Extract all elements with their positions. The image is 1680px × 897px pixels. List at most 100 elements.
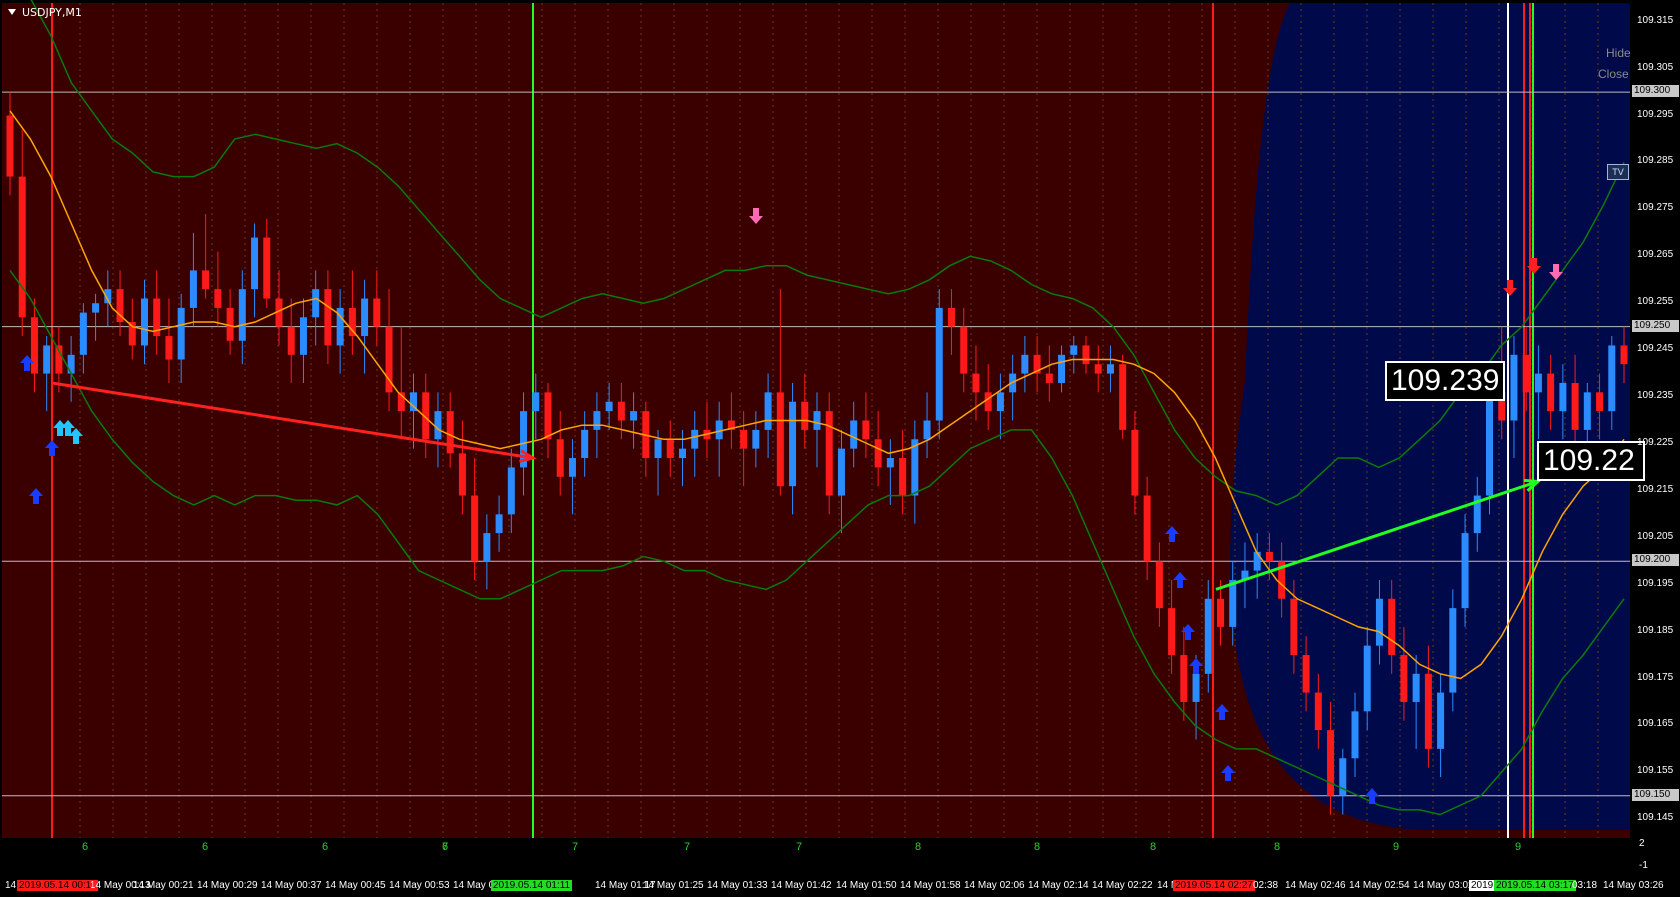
price-tick: 109.300 [1632,85,1679,98]
candle [1192,673,1200,702]
candle [1021,354,1029,374]
price-tick: 109.250 [1632,319,1679,332]
time-tick: 14 May 00:37 [261,880,322,891]
price-tick: 109.285 [1637,155,1674,167]
time-tick: 14 May 00:21 [133,880,194,891]
candle [6,115,14,177]
time-tick: 02:38 [1253,880,1279,891]
price-box-109239: 109.239 [1385,361,1506,401]
candle [1547,373,1555,412]
price-tick: 109.215 [1637,483,1674,495]
time-tick: 14 [5,880,17,891]
candle [483,533,491,562]
bar-number: 8 [915,841,922,853]
time-tick: 14 May 03:26 [1603,880,1664,891]
candle [177,307,185,360]
time-tick: 14 May 02:06 [964,880,1025,891]
candle [324,289,332,346]
time-tick: 2019.05.14 01:11 [491,880,573,891]
price-tick: 109.235 [1637,390,1674,402]
chart-window[interactable]: USDJPY,M1 Hide Close TV 109.239 109.22 1… [0,0,1680,897]
candle [1253,551,1261,571]
candle [1559,382,1567,412]
time-tick: 14 May 01:58 [900,880,961,891]
close-button[interactable]: Close [1598,67,1629,81]
candle [495,514,503,534]
candle [801,401,809,430]
price-tick: 109.315 [1637,14,1674,26]
price-box-10922: 109.22 [1537,441,1645,481]
bar-number: 8 [1274,841,1281,853]
candle [238,289,246,341]
time-tick: 14 May 02:46 [1285,880,1346,891]
candle [837,448,845,496]
candle [92,303,100,313]
hide-button[interactable]: Hide [1606,46,1631,60]
bar-number: 7 [796,841,803,853]
candle [1534,373,1542,393]
price-chart[interactable] [0,0,1680,897]
candle [1204,598,1212,674]
time-tick: 14 May 00:29 [197,880,258,891]
price-tick: 109.305 [1637,61,1674,73]
candle [544,392,552,440]
candle [605,401,613,412]
candle [67,354,75,374]
candle [862,420,870,440]
candle [1045,373,1053,383]
time-tick: 14 May 0 [453,880,495,891]
price-tick: 109.245 [1637,343,1674,355]
candle [1106,364,1114,374]
candle [1486,392,1493,496]
candle [617,401,625,421]
candle [740,429,748,449]
candle [287,326,295,355]
candle [1217,598,1224,627]
symbol-timeframe: USDJPY,M1 [22,5,82,19]
price-tick: 109.275 [1637,202,1674,214]
candle [1620,345,1628,365]
tv-icon[interactable]: TV [1607,164,1629,180]
candle [1131,429,1139,496]
candle [43,345,51,374]
time-tick: 14 May 01:25 [643,880,704,891]
time-tick: 14 May 00:45 [325,880,386,891]
price-tick: 109.225 [1637,436,1674,448]
candle [654,439,662,459]
candle [1461,533,1469,609]
chart-title-bar[interactable]: USDJPY,M1 [2,3,82,21]
candle [1314,692,1322,731]
chevron-down-icon[interactable] [8,9,16,15]
time-tick: 14 May 03:02 [1413,880,1474,891]
candle [825,411,833,496]
candle [1351,711,1359,759]
candle [299,317,307,355]
candle [1082,345,1090,365]
candle [348,307,356,337]
candle [630,411,638,421]
candle [850,420,858,449]
candle [935,307,943,421]
candle [568,458,576,477]
time-tick: 14 May 01:50 [836,880,897,891]
candle [1155,561,1163,609]
candle [972,373,980,393]
candle [556,439,564,477]
price-tick: 109.155 [1637,765,1674,777]
candle [1058,354,1066,383]
time-tick: 2019.05.14 03:17 [1494,880,1576,891]
axis-marker-bottom: -1 [1639,860,1648,871]
time-tick: 14 May 02:14 [1028,880,1089,891]
candle [263,237,271,299]
candle [948,307,955,327]
bar-number: 6 [202,841,209,853]
candle [1302,655,1310,693]
time-tick: 14 May 02:22 [1092,880,1153,891]
candle [1119,364,1127,430]
candle [18,176,26,318]
bar-number: 8 [1150,841,1157,853]
time-tick: 14 May 01:33 [707,880,768,891]
bar-number: 7 [684,841,691,853]
candle [899,458,907,496]
candle [434,411,442,440]
